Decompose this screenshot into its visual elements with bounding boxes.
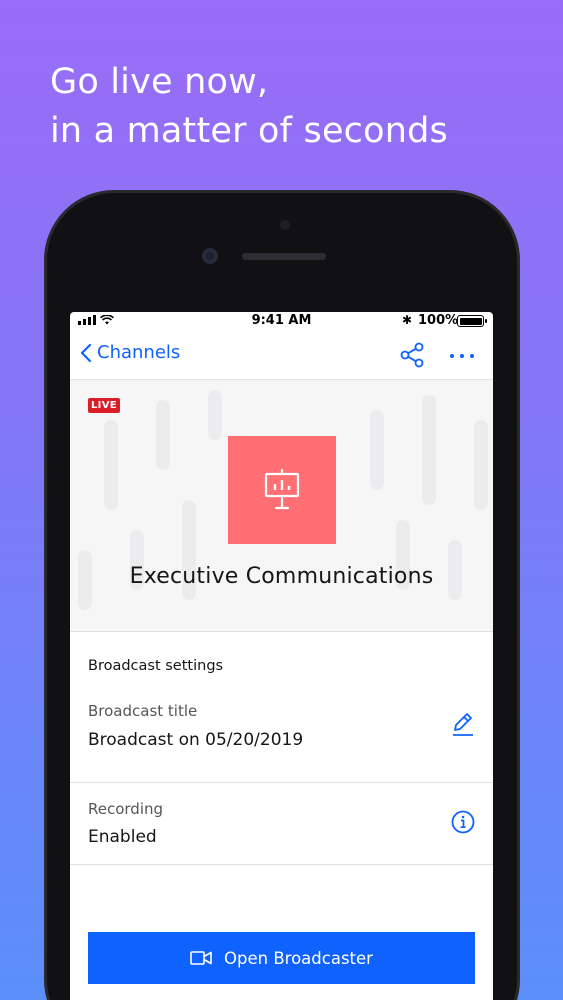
open-broadcaster-label: Open Broadcaster	[224, 948, 373, 968]
headline-line-1: Go live now,	[50, 62, 269, 102]
headline-line-2: in a matter of seconds	[50, 111, 448, 151]
presentation-board-icon	[264, 468, 300, 510]
back-button[interactable]: Channels	[80, 342, 180, 363]
more-icon[interactable]	[450, 354, 474, 358]
battery-icon	[457, 315, 487, 327]
edit-icon[interactable]	[451, 711, 475, 737]
live-badge: LIVE	[88, 398, 120, 413]
navigation-bar: Channels	[70, 330, 493, 380]
app-screen: 9:41 AM ✱ 100% Channels LIVE Executive C…	[70, 312, 493, 1000]
channel-thumbnail	[228, 436, 336, 544]
setting-value: Broadcast on 05/20/2019	[88, 730, 304, 750]
setting-row-broadcast-title: Broadcast title Broadcast on 05/20/2019	[70, 702, 493, 783]
back-label: Channels	[97, 342, 181, 363]
channel-header: LIVE Executive Communications	[70, 380, 493, 632]
front-camera-icon	[280, 220, 290, 230]
share-icon[interactable]	[400, 342, 424, 368]
channel-name: Executive Communications	[129, 564, 434, 589]
earpiece-speaker	[242, 253, 326, 260]
setting-label: Recording	[88, 800, 164, 818]
setting-value: Enabled	[88, 827, 157, 847]
battery-percent: 100%	[418, 313, 459, 328]
setting-row-recording: Recording Enabled	[70, 783, 493, 865]
camera-lens-icon	[202, 248, 218, 264]
chevron-left-icon	[80, 343, 92, 362]
promo-headline: Go live now, in a matter of seconds	[50, 58, 448, 156]
status-bar: 9:41 AM ✱ 100%	[70, 312, 493, 330]
video-camera-icon	[190, 951, 212, 965]
open-broadcaster-button[interactable]: Open Broadcaster	[88, 932, 475, 984]
bluetooth-icon: ✱	[402, 313, 413, 327]
setting-label: Broadcast title	[88, 702, 198, 720]
info-icon[interactable]	[451, 810, 475, 834]
settings-heading: Broadcast settings	[88, 658, 224, 674]
